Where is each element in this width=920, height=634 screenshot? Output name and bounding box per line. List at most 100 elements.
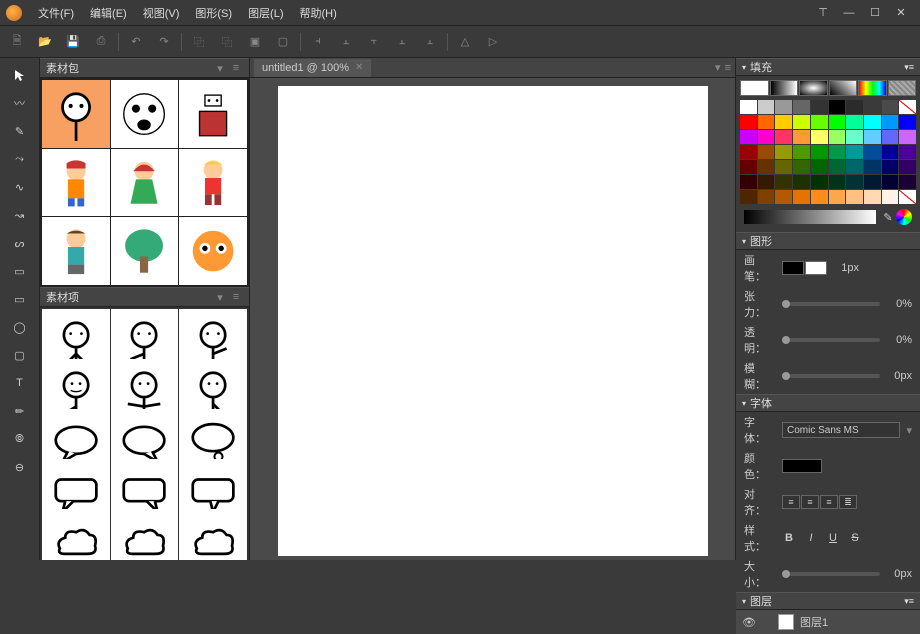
tab-menu-icon[interactable]: ≡ bbox=[725, 62, 731, 74]
color-swatch[interactable] bbox=[829, 190, 846, 204]
tab-close-icon[interactable]: ✕ bbox=[355, 62, 363, 73]
close-button[interactable]: ✕ bbox=[888, 0, 914, 26]
fill-angle[interactable] bbox=[829, 80, 858, 96]
color-swatch[interactable] bbox=[882, 100, 899, 114]
align-justify[interactable]: ≣ bbox=[839, 495, 857, 509]
fill-solid[interactable] bbox=[740, 80, 769, 96]
color-swatch[interactable] bbox=[775, 145, 792, 159]
asset-girl-green[interactable] bbox=[111, 149, 179, 217]
color-swatch[interactable] bbox=[775, 175, 792, 189]
color-wheel-icon[interactable] bbox=[896, 209, 912, 225]
color-swatch[interactable] bbox=[740, 190, 757, 204]
color-swatch[interactable] bbox=[899, 160, 916, 174]
back-icon[interactable]: ▢ bbox=[272, 31, 294, 53]
opacity-slider[interactable] bbox=[782, 338, 880, 342]
asset-kid-teal[interactable] bbox=[42, 217, 110, 285]
color-swatch[interactable] bbox=[846, 160, 863, 174]
text-tool[interactable]: T bbox=[7, 370, 33, 396]
minimize-button[interactable]: — bbox=[836, 0, 862, 26]
asset-rageface[interactable] bbox=[111, 80, 179, 148]
color-swatch[interactable] bbox=[882, 115, 899, 129]
size-slider[interactable] bbox=[782, 572, 880, 576]
asset-dilbert[interactable] bbox=[179, 80, 247, 148]
item-cloud-3[interactable] bbox=[179, 509, 247, 560]
flip-h-icon[interactable]: △ bbox=[454, 31, 476, 53]
panel-chevron-icon[interactable]: ▾ bbox=[213, 61, 227, 75]
pen-tool[interactable]: ✎ bbox=[7, 118, 33, 144]
freehand-tool[interactable]: ∿ bbox=[7, 174, 33, 200]
item-cloud-1[interactable] bbox=[42, 509, 110, 560]
color-swatch[interactable] bbox=[758, 115, 775, 129]
color-swatch[interactable] bbox=[864, 160, 881, 174]
layer-row[interactable]: 👁 图层1 bbox=[736, 610, 920, 634]
color-swatch[interactable] bbox=[846, 115, 863, 129]
font-color-box[interactable] bbox=[782, 459, 822, 473]
align-center[interactable]: ≡ bbox=[801, 495, 819, 509]
align-right[interactable]: ≡ bbox=[820, 495, 838, 509]
color-swatch[interactable] bbox=[899, 115, 916, 129]
color-swatch[interactable] bbox=[829, 145, 846, 159]
color-swatch[interactable] bbox=[775, 160, 792, 174]
ellipse-tool[interactable]: ◯ bbox=[7, 314, 33, 340]
color-swatch[interactable] bbox=[758, 160, 775, 174]
tab-chevron-icon[interactable]: ▾ bbox=[715, 61, 721, 74]
color-swatch[interactable] bbox=[740, 100, 757, 114]
color-swatch[interactable] bbox=[864, 145, 881, 159]
ungroup-icon[interactable]: ⿻ bbox=[216, 31, 238, 53]
color-swatch[interactable] bbox=[829, 100, 846, 114]
zoom-tool[interactable]: ⊖ bbox=[7, 454, 33, 480]
asset-cartoon-char[interactable] bbox=[179, 217, 247, 285]
crop-tool[interactable]: ▭ bbox=[7, 258, 33, 284]
color-swatch[interactable] bbox=[758, 145, 775, 159]
menu-edit[interactable]: 编辑(E) bbox=[82, 3, 135, 23]
color-swatch[interactable] bbox=[775, 190, 792, 204]
bezier-tool[interactable]: ⤳ bbox=[7, 146, 33, 172]
color-swatch[interactable] bbox=[829, 130, 846, 144]
color-swatch[interactable] bbox=[864, 100, 881, 114]
color-swatch[interactable] bbox=[846, 145, 863, 159]
color-swatch[interactable] bbox=[882, 175, 899, 189]
color-swatch[interactable] bbox=[864, 190, 881, 204]
color-swatch[interactable] bbox=[882, 160, 899, 174]
panel-menu-icon[interactable]: ≡ bbox=[229, 290, 243, 304]
maximize-button[interactable]: ☐ bbox=[862, 0, 888, 26]
color-swatch[interactable] bbox=[740, 145, 757, 159]
color-swatch[interactable] bbox=[775, 130, 792, 144]
blur-slider[interactable] bbox=[782, 374, 880, 378]
font-select[interactable]: Comic Sans MS bbox=[782, 422, 900, 438]
color-swatch[interactable] bbox=[882, 190, 899, 204]
color-swatch[interactable] bbox=[758, 190, 775, 204]
flip-v-icon[interactable]: ▷ bbox=[482, 31, 504, 53]
menu-shape[interactable]: 图形(S) bbox=[187, 3, 240, 23]
brush-tool[interactable]: ✏ bbox=[7, 398, 33, 424]
asset-boy-orange[interactable] bbox=[42, 149, 110, 217]
color-swatch[interactable] bbox=[811, 115, 828, 129]
stroke-none[interactable] bbox=[805, 261, 827, 275]
eyedropper-tool[interactable]: ⦾ bbox=[7, 426, 33, 452]
open-icon[interactable]: 📂 bbox=[34, 31, 56, 53]
align-left[interactable]: ≡ bbox=[782, 495, 800, 509]
color-swatch[interactable] bbox=[864, 175, 881, 189]
curve-tool[interactable]: 〰 bbox=[7, 90, 33, 116]
font-panel-header[interactable]: ▾字体 bbox=[736, 394, 920, 412]
color-swatch[interactable] bbox=[829, 115, 846, 129]
color-swatch[interactable] bbox=[899, 100, 916, 114]
redo-icon[interactable]: ↷ bbox=[153, 31, 175, 53]
color-swatch[interactable] bbox=[793, 130, 810, 144]
new-icon[interactable]: 🗎 bbox=[6, 31, 28, 53]
path-tool[interactable]: ↝ bbox=[7, 202, 33, 228]
menu-file[interactable]: 文件(F) bbox=[30, 3, 82, 23]
gradient-slider[interactable] bbox=[744, 210, 876, 224]
shape-panel-header[interactable]: ▾图形 bbox=[736, 232, 920, 250]
color-swatch[interactable] bbox=[864, 130, 881, 144]
asset-stickman[interactable] bbox=[42, 80, 110, 148]
color-swatch[interactable] bbox=[811, 100, 828, 114]
color-swatch[interactable] bbox=[775, 115, 792, 129]
canvas[interactable] bbox=[278, 86, 708, 556]
undo-icon[interactable]: ↶ bbox=[125, 31, 147, 53]
color-swatch[interactable] bbox=[846, 130, 863, 144]
color-swatch[interactable] bbox=[793, 160, 810, 174]
color-swatch[interactable] bbox=[882, 145, 899, 159]
color-swatch[interactable] bbox=[899, 190, 916, 204]
stroke-solid[interactable] bbox=[782, 261, 804, 275]
